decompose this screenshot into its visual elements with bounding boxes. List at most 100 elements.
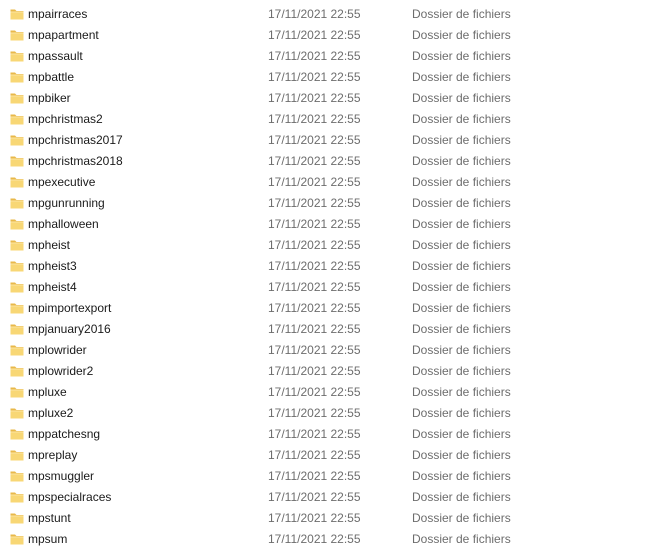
list-item[interactable]: mpjanuary2016 17/11/2021 22:55 Dossier d…	[0, 319, 657, 340]
date-modified: 17/11/2021 22:55	[268, 385, 361, 399]
date-modified: 17/11/2021 22:55	[268, 280, 361, 294]
list-item[interactable]: mpassault 17/11/2021 22:55 Dossier de fi…	[0, 46, 657, 67]
file-name: mpsum	[28, 532, 68, 546]
folder-icon	[10, 511, 24, 525]
folder-icon	[10, 490, 24, 504]
list-item[interactable]: mpheist 17/11/2021 22:55 Dossier de fich…	[0, 235, 657, 256]
file-name: mpairraces	[28, 7, 88, 21]
folder-icon	[10, 448, 24, 462]
file-name: mppatchesng	[28, 427, 101, 441]
file-type: Dossier de fichiers	[412, 343, 511, 357]
list-item[interactable]: mpchristmas2017 17/11/2021 22:55 Dossier…	[0, 130, 657, 151]
list-item[interactable]: mpgunrunning 17/11/2021 22:55 Dossier de…	[0, 193, 657, 214]
date-modified: 17/11/2021 22:55	[268, 49, 361, 63]
folder-icon	[10, 343, 24, 357]
folder-icon	[10, 49, 24, 63]
folder-icon	[10, 154, 24, 168]
folder-icon	[10, 406, 24, 420]
list-item[interactable]: mpbattle 17/11/2021 22:55 Dossier de fic…	[0, 67, 657, 88]
list-item[interactable]: mphalloween 17/11/2021 22:55 Dossier de …	[0, 214, 657, 235]
list-item[interactable]: mppatchesng 17/11/2021 22:55 Dossier de …	[0, 424, 657, 445]
file-name: mpsmuggler	[28, 469, 95, 483]
folder-icon	[10, 469, 24, 483]
date-modified: 17/11/2021 22:55	[268, 532, 361, 546]
date-modified: 17/11/2021 22:55	[268, 238, 361, 252]
date-modified: 17/11/2021 22:55	[268, 112, 361, 126]
file-name: mpimportexport	[28, 301, 112, 315]
folder-icon	[10, 196, 24, 210]
list-item[interactable]: mpspecialraces 17/11/2021 22:55 Dossier …	[0, 487, 657, 508]
date-modified: 17/11/2021 22:55	[268, 469, 361, 483]
file-type: Dossier de fichiers	[412, 133, 511, 147]
file-name: mpassault	[28, 49, 83, 63]
file-name: mpchristmas2	[28, 112, 103, 126]
folder-icon	[10, 280, 24, 294]
file-name: mpluxe	[28, 385, 67, 399]
file-type: Dossier de fichiers	[412, 469, 511, 483]
file-type: Dossier de fichiers	[412, 406, 511, 420]
list-item[interactable]: mpsmuggler 17/11/2021 22:55 Dossier de f…	[0, 466, 657, 487]
folder-icon	[10, 259, 24, 273]
file-type: Dossier de fichiers	[412, 448, 511, 462]
folder-icon	[10, 301, 24, 315]
list-item[interactable]: mpapartment 17/11/2021 22:55 Dossier de …	[0, 25, 657, 46]
file-name: mpbattle	[28, 70, 75, 84]
date-modified: 17/11/2021 22:55	[268, 133, 361, 147]
list-item[interactable]: mpbiker 17/11/2021 22:55 Dossier de fich…	[0, 88, 657, 109]
list-item[interactable]: mpimportexport 17/11/2021 22:55 Dossier …	[0, 298, 657, 319]
folder-icon	[10, 322, 24, 336]
folder-icon	[10, 427, 24, 441]
file-name: mpgunrunning	[28, 196, 105, 210]
folder-icon	[10, 532, 24, 546]
file-type: Dossier de fichiers	[412, 196, 511, 210]
file-type: Dossier de fichiers	[412, 259, 511, 273]
list-item[interactable]: mpluxe 17/11/2021 22:55 Dossier de fichi…	[0, 382, 657, 403]
file-name: mpexecutive	[28, 175, 96, 189]
file-name: mpheist	[28, 238, 71, 252]
list-item[interactable]: mpairraces 17/11/2021 22:55 Dossier de f…	[0, 4, 657, 25]
list-item[interactable]: mpreplay 17/11/2021 22:55 Dossier de fic…	[0, 445, 657, 466]
file-name: mpjanuary2016	[28, 322, 111, 336]
file-type: Dossier de fichiers	[412, 154, 511, 168]
file-name: mplowrider2	[28, 364, 94, 378]
list-item[interactable]: mpchristmas2 17/11/2021 22:55 Dossier de…	[0, 109, 657, 130]
list-item[interactable]: mpstunt 17/11/2021 22:55 Dossier de fich…	[0, 508, 657, 529]
list-item[interactable]: mplowrider2 17/11/2021 22:55 Dossier de …	[0, 361, 657, 382]
file-type: Dossier de fichiers	[412, 280, 511, 294]
list-item[interactable]: mpsum 17/11/2021 22:55 Dossier de fichie…	[0, 529, 657, 550]
file-type: Dossier de fichiers	[412, 511, 511, 525]
folder-icon	[10, 70, 24, 84]
date-modified: 17/11/2021 22:55	[268, 448, 361, 462]
list-item[interactable]: mpluxe2 17/11/2021 22:55 Dossier de fich…	[0, 403, 657, 424]
list-item[interactable]: mpexecutive 17/11/2021 22:55 Dossier de …	[0, 172, 657, 193]
file-name: mpspecialraces	[28, 490, 112, 504]
folder-icon	[10, 112, 24, 126]
date-modified: 17/11/2021 22:55	[268, 91, 361, 105]
folder-icon	[10, 175, 24, 189]
folder-icon	[10, 217, 24, 231]
file-name: mpluxe2	[28, 406, 74, 420]
date-modified: 17/11/2021 22:55	[268, 322, 361, 336]
date-modified: 17/11/2021 22:55	[268, 490, 361, 504]
file-type: Dossier de fichiers	[412, 490, 511, 504]
file-name: mpheist4	[28, 280, 77, 294]
folder-icon	[10, 91, 24, 105]
list-item[interactable]: mpchristmas2018 17/11/2021 22:55 Dossier…	[0, 151, 657, 172]
file-type: Dossier de fichiers	[412, 364, 511, 378]
date-modified: 17/11/2021 22:55	[268, 196, 361, 210]
list-item[interactable]: mplowrider 17/11/2021 22:55 Dossier de f…	[0, 340, 657, 361]
date-modified: 17/11/2021 22:55	[268, 511, 361, 525]
folder-icon	[10, 385, 24, 399]
file-type: Dossier de fichiers	[412, 112, 511, 126]
date-modified: 17/11/2021 22:55	[268, 7, 361, 21]
file-list: mpairraces 17/11/2021 22:55 Dossier de f…	[0, 0, 657, 554]
list-item[interactable]: mpheist4 17/11/2021 22:55 Dossier de fic…	[0, 277, 657, 298]
file-type: Dossier de fichiers	[412, 70, 511, 84]
date-modified: 17/11/2021 22:55	[268, 343, 361, 357]
file-type: Dossier de fichiers	[412, 532, 511, 546]
file-name: mpheist3	[28, 259, 77, 273]
file-type: Dossier de fichiers	[412, 49, 511, 63]
file-type: Dossier de fichiers	[412, 28, 511, 42]
list-item[interactable]: mpheist3 17/11/2021 22:55 Dossier de fic…	[0, 256, 657, 277]
folder-icon	[10, 238, 24, 252]
